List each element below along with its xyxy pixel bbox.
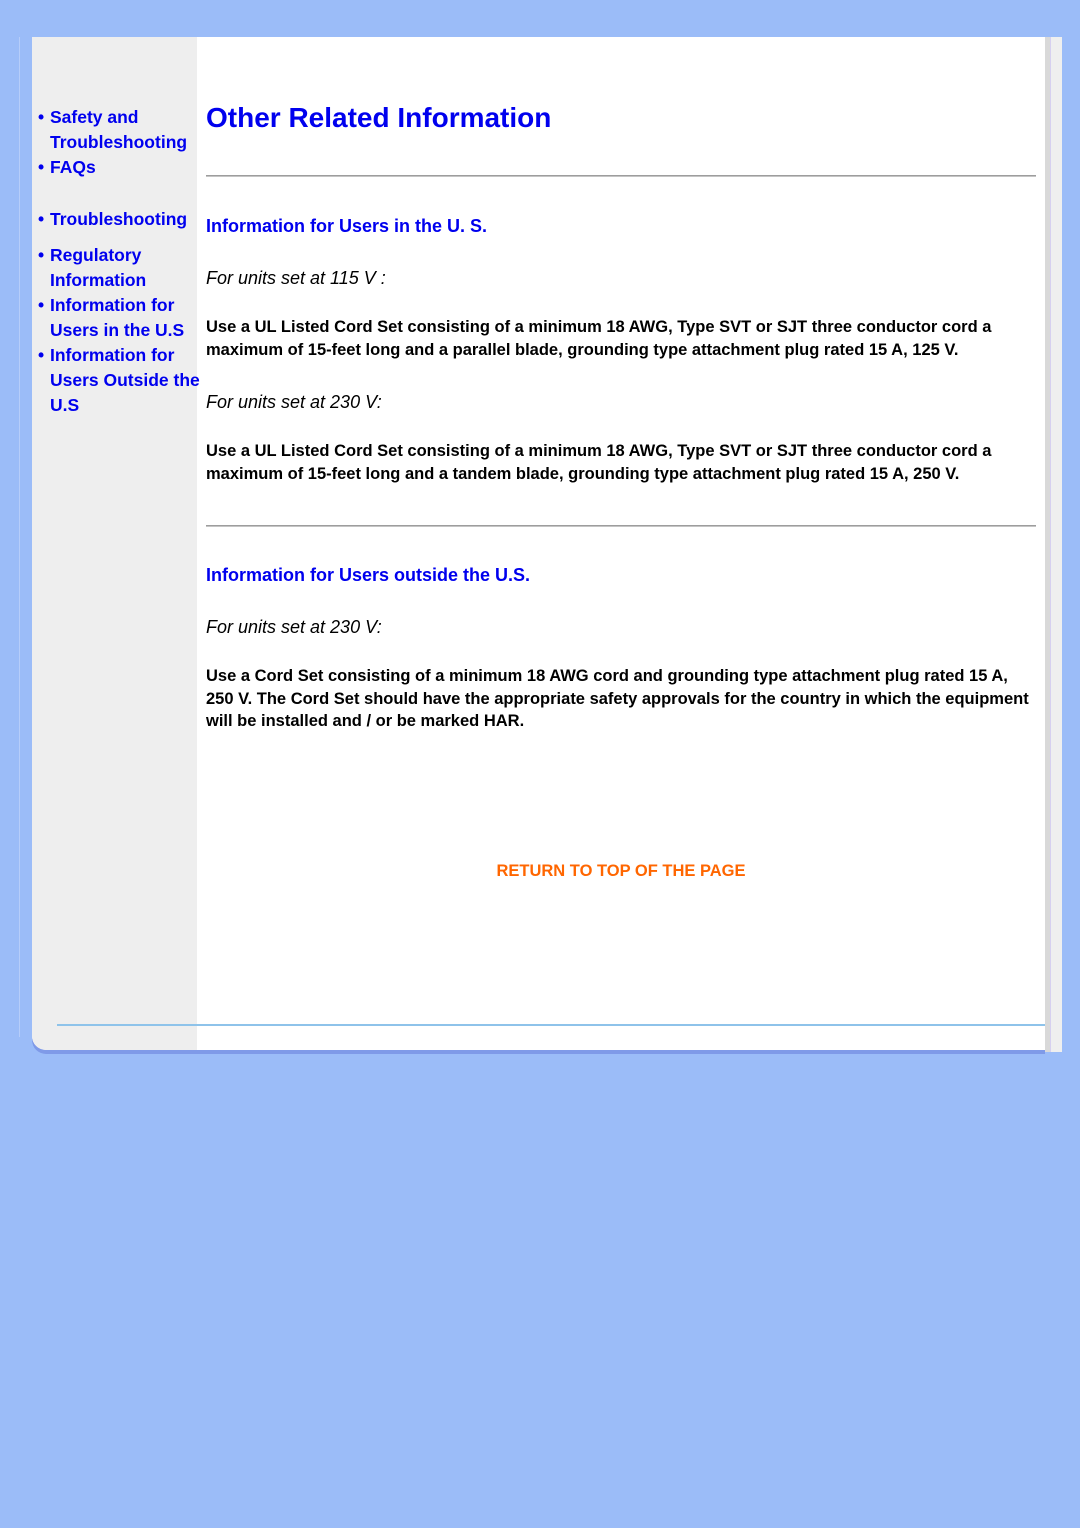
- sidebar-link-troubleshooting[interactable]: Troubleshooting: [50, 209, 187, 229]
- sidebar-item-outside-users[interactable]: Information for Users Outside the U.S: [36, 343, 201, 418]
- sidebar-item-us-users[interactable]: Information for Users in the U.S: [36, 293, 201, 343]
- us-voltage-230-text: Use a UL Listed Cord Set consisting of a…: [206, 442, 992, 483]
- us-section-heading: Information for Users in the U. S.: [206, 216, 488, 236]
- main-content: Other Related Information Information fo…: [206, 100, 1036, 733]
- frame-line: [19, 37, 20, 1037]
- sidebar-item-faqs[interactable]: FAQs: [36, 155, 201, 180]
- sidebar-link-faqs[interactable]: FAQs: [50, 157, 96, 177]
- scrollbar-edge: [1050, 37, 1062, 1052]
- page-title: Other Related Information: [206, 102, 552, 133]
- bottom-divider: [57, 1024, 1045, 1026]
- sidebar-item-safety[interactable]: Safety and Troubleshooting: [36, 105, 201, 155]
- sidebar-link-us-users[interactable]: Information for Users in the U.S: [50, 295, 184, 340]
- sidebar-item-regulatory[interactable]: Regulatory Information: [36, 243, 201, 293]
- outside-section-heading: Information for Users outside the U.S.: [206, 565, 531, 585]
- sidebar-item-troubleshooting[interactable]: Troubleshooting: [36, 207, 201, 232]
- return-to-top-link[interactable]: RETURN TO TOP OF THE PAGE: [206, 862, 1036, 881]
- outside-voltage-230-label: For units set at 230 V:: [206, 617, 382, 637]
- us-voltage-115-label: For units set at 115 V :: [206, 268, 386, 288]
- sidebar-link-outside-users[interactable]: Information for Users Outside the U.S: [50, 345, 200, 415]
- sidebar-link-regulatory[interactable]: Regulatory Information: [50, 245, 146, 290]
- us-voltage-230-label: For units set at 230 V:: [206, 392, 382, 412]
- outside-voltage-230-text: Use a Cord Set consisting of a minimum 1…: [206, 667, 1029, 730]
- sidebar-nav: Safety and Troubleshooting FAQs Troubles…: [36, 105, 201, 418]
- sidebar-link-safety[interactable]: Safety and Troubleshooting: [50, 107, 187, 152]
- us-voltage-115-text: Use a UL Listed Cord Set consisting of a…: [206, 318, 992, 359]
